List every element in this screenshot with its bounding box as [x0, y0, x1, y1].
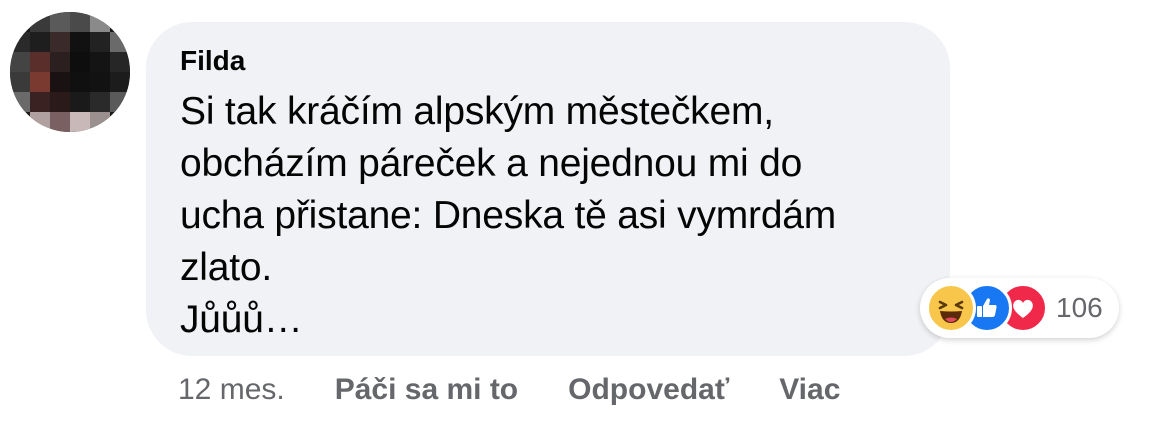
- comment-timestamp[interactable]: 12 mes.: [178, 373, 285, 407]
- comment-text: Si tak kráčím alpským městečkem, obchází…: [180, 90, 837, 341]
- comment-actions: 12 mes. Páči sa mi to Odpovedať Viac: [178, 368, 840, 412]
- comment-bubble: Filda Si tak kráčím alpským městečkem, o…: [146, 22, 950, 356]
- like-button[interactable]: Páči sa mi to: [335, 373, 518, 407]
- haha-icon: [926, 283, 976, 333]
- comment-author[interactable]: Filda: [180, 44, 950, 78]
- reaction-count: 106: [1056, 292, 1103, 323]
- avatar[interactable]: [10, 12, 130, 132]
- reply-button[interactable]: Odpovedať: [568, 373, 729, 407]
- more-button[interactable]: Viac: [779, 373, 840, 407]
- comment: Filda Si tak kráčím alpským městečkem, o…: [0, 0, 1158, 446]
- reactions-summary[interactable]: 106: [920, 278, 1119, 338]
